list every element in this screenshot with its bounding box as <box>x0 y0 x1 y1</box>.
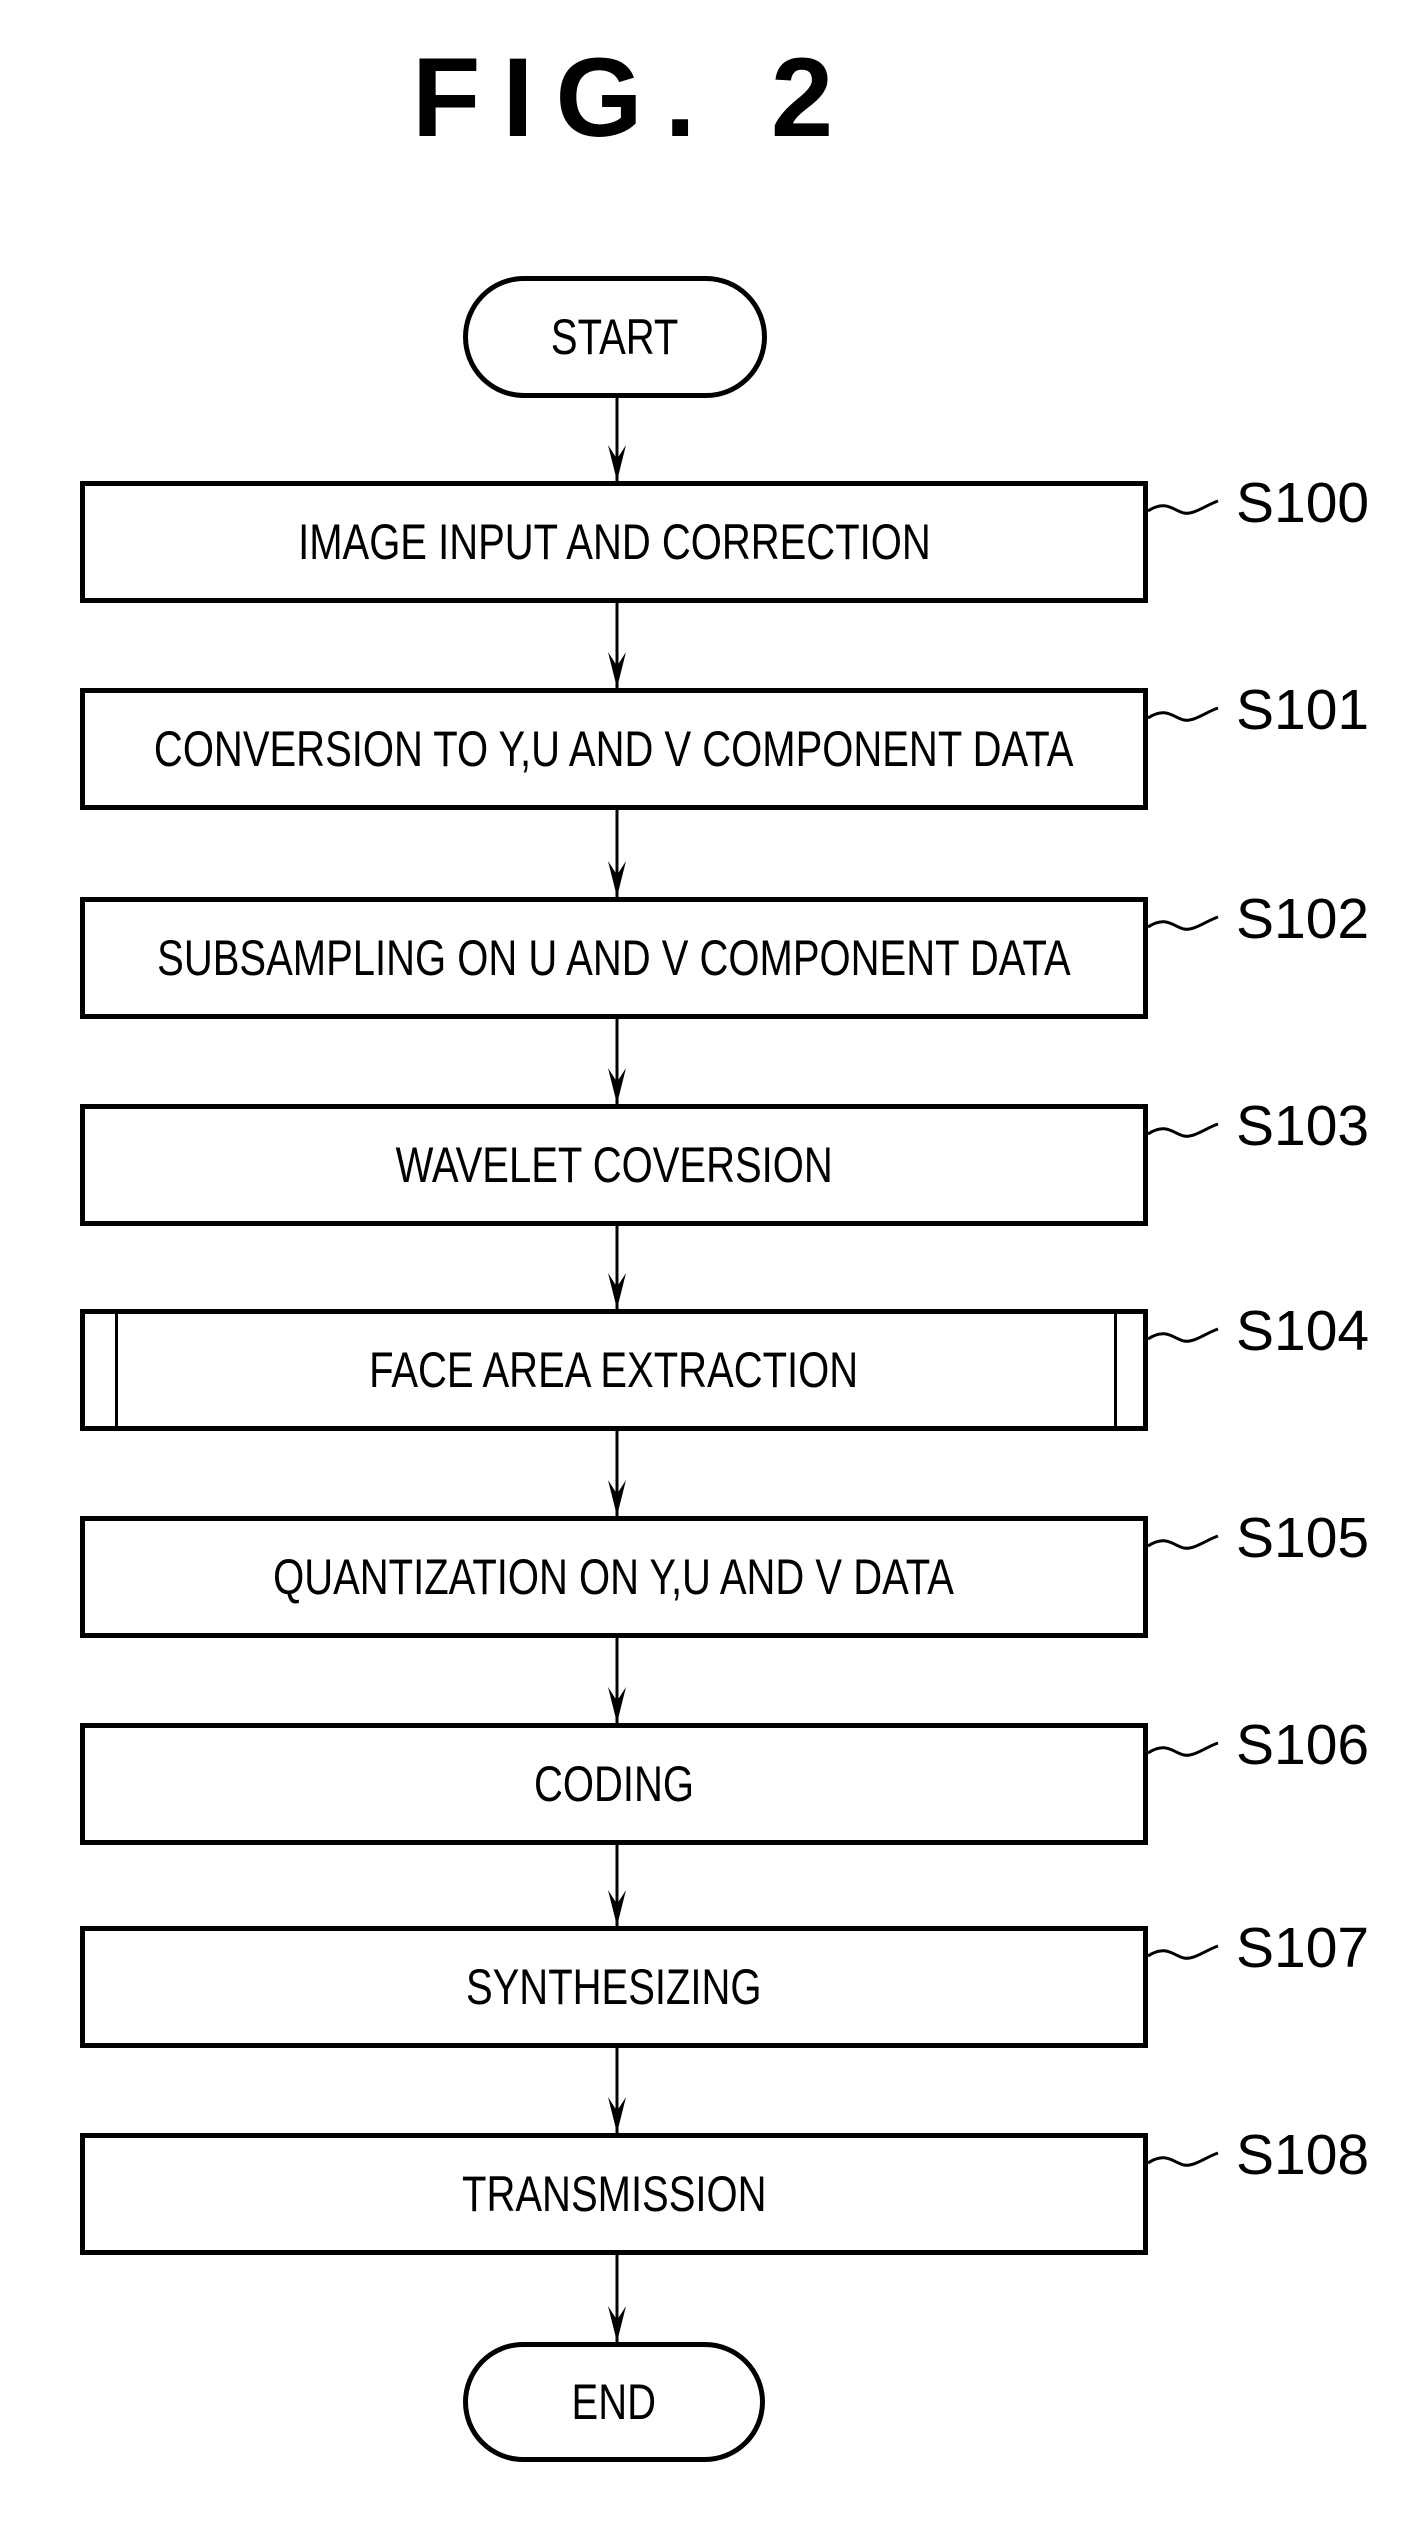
end-label: END <box>571 2374 657 2430</box>
step-text: SYNTHESIZING <box>466 1959 762 2015</box>
step-id-label: S100 <box>1236 471 1370 535</box>
leader-line <box>1147 1741 1219 1757</box>
step-text: IMAGE INPUT AND CORRECTION <box>297 514 931 570</box>
step-box-s104: FACE AREA EXTRACTION <box>80 1309 1148 1431</box>
step-box-s107: SYNTHESIZING <box>80 1926 1148 2048</box>
leader-line <box>1147 499 1219 515</box>
leader-line <box>1147 2151 1219 2167</box>
flow-arrow <box>608 1431 626 1516</box>
leader-line <box>1147 915 1219 931</box>
step-box-s103: WAVELET COVERSION <box>80 1104 1148 1226</box>
flow-arrow <box>608 1226 626 1309</box>
end-terminal: END <box>463 2342 765 2462</box>
step-id-label: S108 <box>1236 2123 1370 2187</box>
arrowhead-icon <box>608 2306 626 2342</box>
step-text: CODING <box>534 1756 694 1812</box>
leader-line <box>1147 1122 1219 1138</box>
step-id-label: S107 <box>1236 1916 1370 1980</box>
step-box-s101: CONVERSION TO Y,U AND V COMPONENT DATA <box>80 688 1148 810</box>
flow-arrow <box>608 2255 626 2342</box>
flow-arrow <box>608 1845 626 1926</box>
arrowhead-icon <box>608 652 626 688</box>
step-id-label: S105 <box>1236 1506 1370 1570</box>
step-box-s105: QUANTIZATION ON Y,U AND V DATA <box>80 1516 1148 1638</box>
leader-line <box>1147 1534 1219 1550</box>
arrowhead-icon <box>608 1890 626 1926</box>
arrowhead-icon <box>608 861 626 897</box>
step-id-label: S104 <box>1236 1299 1370 1363</box>
arrowhead-icon <box>608 1480 626 1516</box>
step-box-s100: IMAGE INPUT AND CORRECTION <box>80 481 1148 603</box>
step-box-s102: SUBSAMPLING ON U AND V COMPONENT DATA <box>80 897 1148 1019</box>
step-text: WAVELET COVERSION <box>395 1137 833 1193</box>
step-id-label: S102 <box>1236 887 1370 951</box>
step-box-s108: TRANSMISSION <box>80 2133 1148 2255</box>
step-box-s106: CODING <box>80 1723 1148 1845</box>
arrowhead-icon <box>608 1068 626 1104</box>
step-id-label: S101 <box>1236 678 1370 742</box>
arrowhead-icon <box>608 445 626 481</box>
step-id-label: S103 <box>1236 1094 1370 1158</box>
start-label: START <box>551 309 679 365</box>
step-text: SUBSAMPLING ON U AND V COMPONENT DATA <box>157 930 1071 986</box>
leader-line <box>1147 1944 1219 1960</box>
flow-arrow <box>608 810 626 897</box>
flow-arrow <box>608 603 626 688</box>
step-text: FACE AREA EXTRACTION <box>369 1342 859 1398</box>
arrowhead-icon <box>608 1687 626 1723</box>
step-id-label: S106 <box>1236 1713 1370 1777</box>
step-text: CONVERSION TO Y,U AND V COMPONENT DATA <box>154 721 1074 777</box>
flow-arrow <box>608 1638 626 1723</box>
step-text: QUANTIZATION ON Y,U AND V DATA <box>273 1549 955 1605</box>
leader-line <box>1147 1327 1219 1343</box>
leader-line <box>1147 706 1219 722</box>
start-terminal: START <box>463 276 767 398</box>
flow-arrow <box>608 1019 626 1104</box>
figure-title: FIG. 2 <box>412 35 856 160</box>
arrowhead-icon <box>608 1273 626 1309</box>
step-text: TRANSMISSION <box>461 2166 767 2222</box>
flow-arrow <box>608 398 626 481</box>
flow-arrow <box>608 2048 626 2133</box>
arrowhead-icon <box>608 2097 626 2133</box>
